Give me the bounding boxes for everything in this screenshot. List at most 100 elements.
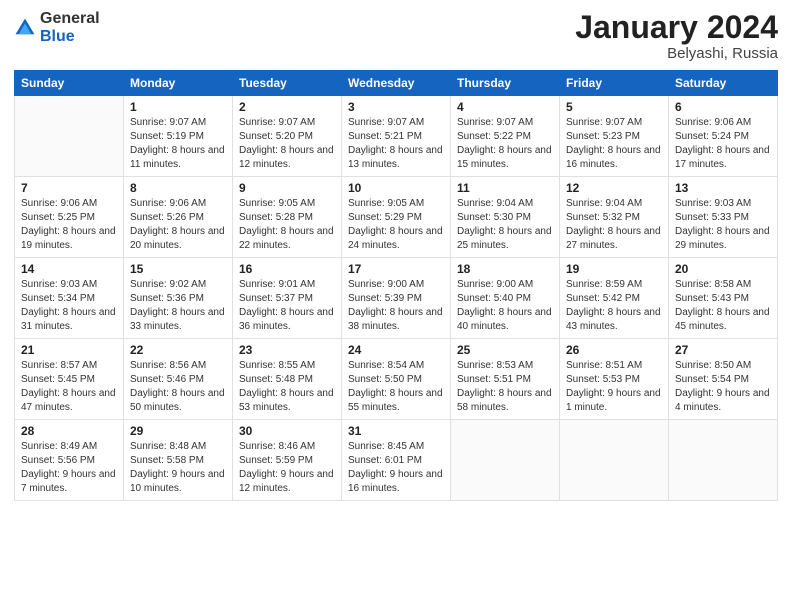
day-of-week-header: Wednesday (342, 71, 451, 96)
day-number: 17 (348, 262, 444, 276)
calendar-day-cell: 30 Sunrise: 8:46 AMSunset: 5:59 PMDaylig… (233, 420, 342, 501)
day-detail: Sunrise: 9:04 AMSunset: 5:32 PMDaylight:… (566, 197, 662, 253)
day-number: 26 (566, 343, 662, 357)
day-of-week-header: Tuesday (233, 71, 342, 96)
day-number: 20 (675, 262, 771, 276)
day-number: 3 (348, 100, 444, 114)
day-of-week-header: Friday (560, 71, 669, 96)
day-of-week-header: Saturday (669, 71, 778, 96)
day-of-week-header: Monday (124, 71, 233, 96)
day-number: 13 (675, 181, 771, 195)
day-detail: Sunrise: 8:45 AMSunset: 6:01 PMDaylight:… (348, 440, 444, 496)
day-number: 18 (457, 262, 553, 276)
calendar-week-row: 1 Sunrise: 9:07 AMSunset: 5:19 PMDayligh… (15, 96, 778, 177)
calendar-day-cell: 3 Sunrise: 9:07 AMSunset: 5:21 PMDayligh… (342, 96, 451, 177)
page-header: General Blue January 2024 Belyashi, Russ… (14, 10, 778, 62)
calendar-day-cell: 6 Sunrise: 9:06 AMSunset: 5:24 PMDayligh… (669, 96, 778, 177)
day-number: 11 (457, 181, 553, 195)
calendar-day-cell: 11 Sunrise: 9:04 AMSunset: 5:30 PMDaylig… (451, 177, 560, 258)
calendar-day-cell: 7 Sunrise: 9:06 AMSunset: 5:25 PMDayligh… (15, 177, 124, 258)
day-of-week-header: Thursday (451, 71, 560, 96)
day-detail: Sunrise: 9:06 AMSunset: 5:25 PMDaylight:… (21, 197, 117, 253)
calendar-week-row: 21 Sunrise: 8:57 AMSunset: 5:45 PMDaylig… (15, 339, 778, 420)
day-detail: Sunrise: 8:54 AMSunset: 5:50 PMDaylight:… (348, 359, 444, 415)
day-detail: Sunrise: 9:07 AMSunset: 5:20 PMDaylight:… (239, 116, 335, 172)
calendar-day-cell: 14 Sunrise: 9:03 AMSunset: 5:34 PMDaylig… (15, 258, 124, 339)
day-detail: Sunrise: 8:57 AMSunset: 5:45 PMDaylight:… (21, 359, 117, 415)
day-detail: Sunrise: 9:06 AMSunset: 5:26 PMDaylight:… (130, 197, 226, 253)
calendar-day-cell: 26 Sunrise: 8:51 AMSunset: 5:53 PMDaylig… (560, 339, 669, 420)
calendar-day-cell: 12 Sunrise: 9:04 AMSunset: 5:32 PMDaylig… (560, 177, 669, 258)
day-number: 19 (566, 262, 662, 276)
logo-icon (14, 17, 36, 39)
day-detail: Sunrise: 8:49 AMSunset: 5:56 PMDaylight:… (21, 440, 117, 496)
calendar-week-row: 28 Sunrise: 8:49 AMSunset: 5:56 PMDaylig… (15, 420, 778, 501)
day-detail: Sunrise: 9:03 AMSunset: 5:33 PMDaylight:… (675, 197, 771, 253)
day-detail: Sunrise: 9:00 AMSunset: 5:39 PMDaylight:… (348, 278, 444, 334)
logo-text-general: General (40, 10, 100, 27)
calendar-body: 1 Sunrise: 9:07 AMSunset: 5:19 PMDayligh… (15, 96, 778, 501)
calendar-day-cell: 23 Sunrise: 8:55 AMSunset: 5:48 PMDaylig… (233, 339, 342, 420)
day-detail: Sunrise: 8:59 AMSunset: 5:42 PMDaylight:… (566, 278, 662, 334)
calendar-day-cell: 18 Sunrise: 9:00 AMSunset: 5:40 PMDaylig… (451, 258, 560, 339)
calendar-day-cell: 10 Sunrise: 9:05 AMSunset: 5:29 PMDaylig… (342, 177, 451, 258)
calendar-day-cell (560, 420, 669, 501)
day-number: 5 (566, 100, 662, 114)
calendar-day-cell: 4 Sunrise: 9:07 AMSunset: 5:22 PMDayligh… (451, 96, 560, 177)
calendar-title: January 2024 (575, 10, 778, 45)
calendar-day-cell: 16 Sunrise: 9:01 AMSunset: 5:37 PMDaylig… (233, 258, 342, 339)
day-number: 25 (457, 343, 553, 357)
logo-text-blue: Blue (40, 28, 75, 45)
day-number: 1 (130, 100, 226, 114)
day-detail: Sunrise: 9:07 AMSunset: 5:22 PMDaylight:… (457, 116, 553, 172)
day-number: 27 (675, 343, 771, 357)
day-detail: Sunrise: 8:48 AMSunset: 5:58 PMDaylight:… (130, 440, 226, 496)
calendar-day-cell: 15 Sunrise: 9:02 AMSunset: 5:36 PMDaylig… (124, 258, 233, 339)
day-detail: Sunrise: 8:50 AMSunset: 5:54 PMDaylight:… (675, 359, 771, 415)
day-number: 2 (239, 100, 335, 114)
day-number: 15 (130, 262, 226, 276)
calendar-day-cell: 20 Sunrise: 8:58 AMSunset: 5:43 PMDaylig… (669, 258, 778, 339)
calendar-day-cell: 5 Sunrise: 9:07 AMSunset: 5:23 PMDayligh… (560, 96, 669, 177)
calendar-day-cell (669, 420, 778, 501)
day-number: 30 (239, 424, 335, 438)
day-detail: Sunrise: 8:55 AMSunset: 5:48 PMDaylight:… (239, 359, 335, 415)
calendar-day-cell: 17 Sunrise: 9:00 AMSunset: 5:39 PMDaylig… (342, 258, 451, 339)
day-detail: Sunrise: 9:02 AMSunset: 5:36 PMDaylight:… (130, 278, 226, 334)
page-container: General Blue January 2024 Belyashi, Russ… (0, 0, 792, 612)
calendar-day-cell: 29 Sunrise: 8:48 AMSunset: 5:58 PMDaylig… (124, 420, 233, 501)
day-detail: Sunrise: 9:07 AMSunset: 5:21 PMDaylight:… (348, 116, 444, 172)
day-number: 8 (130, 181, 226, 195)
calendar-day-cell: 2 Sunrise: 9:07 AMSunset: 5:20 PMDayligh… (233, 96, 342, 177)
title-block: January 2024 Belyashi, Russia (575, 10, 778, 62)
calendar-day-cell: 24 Sunrise: 8:54 AMSunset: 5:50 PMDaylig… (342, 339, 451, 420)
day-detail: Sunrise: 8:56 AMSunset: 5:46 PMDaylight:… (130, 359, 226, 415)
day-number: 23 (239, 343, 335, 357)
day-detail: Sunrise: 9:05 AMSunset: 5:29 PMDaylight:… (348, 197, 444, 253)
calendar-day-cell: 1 Sunrise: 9:07 AMSunset: 5:19 PMDayligh… (124, 96, 233, 177)
calendar-day-cell: 13 Sunrise: 9:03 AMSunset: 5:33 PMDaylig… (669, 177, 778, 258)
calendar-day-cell: 22 Sunrise: 8:56 AMSunset: 5:46 PMDaylig… (124, 339, 233, 420)
day-number: 22 (130, 343, 226, 357)
day-detail: Sunrise: 9:03 AMSunset: 5:34 PMDaylight:… (21, 278, 117, 334)
day-detail: Sunrise: 9:00 AMSunset: 5:40 PMDaylight:… (457, 278, 553, 334)
calendar-day-cell: 9 Sunrise: 9:05 AMSunset: 5:28 PMDayligh… (233, 177, 342, 258)
day-detail: Sunrise: 8:51 AMSunset: 5:53 PMDaylight:… (566, 359, 662, 415)
day-detail: Sunrise: 8:46 AMSunset: 5:59 PMDaylight:… (239, 440, 335, 496)
day-number: 9 (239, 181, 335, 195)
calendar-location: Belyashi, Russia (575, 45, 778, 62)
day-number: 7 (21, 181, 117, 195)
calendar-day-cell (451, 420, 560, 501)
calendar-day-cell: 31 Sunrise: 8:45 AMSunset: 6:01 PMDaylig… (342, 420, 451, 501)
calendar-week-row: 14 Sunrise: 9:03 AMSunset: 5:34 PMDaylig… (15, 258, 778, 339)
logo: General Blue (14, 10, 100, 46)
day-number: 14 (21, 262, 117, 276)
calendar-day-cell: 28 Sunrise: 8:49 AMSunset: 5:56 PMDaylig… (15, 420, 124, 501)
calendar-day-cell: 19 Sunrise: 8:59 AMSunset: 5:42 PMDaylig… (560, 258, 669, 339)
calendar-day-cell: 25 Sunrise: 8:53 AMSunset: 5:51 PMDaylig… (451, 339, 560, 420)
calendar-day-cell: 21 Sunrise: 8:57 AMSunset: 5:45 PMDaylig… (15, 339, 124, 420)
calendar-day-cell: 27 Sunrise: 8:50 AMSunset: 5:54 PMDaylig… (669, 339, 778, 420)
day-number: 28 (21, 424, 117, 438)
day-number: 4 (457, 100, 553, 114)
day-detail: Sunrise: 9:01 AMSunset: 5:37 PMDaylight:… (239, 278, 335, 334)
